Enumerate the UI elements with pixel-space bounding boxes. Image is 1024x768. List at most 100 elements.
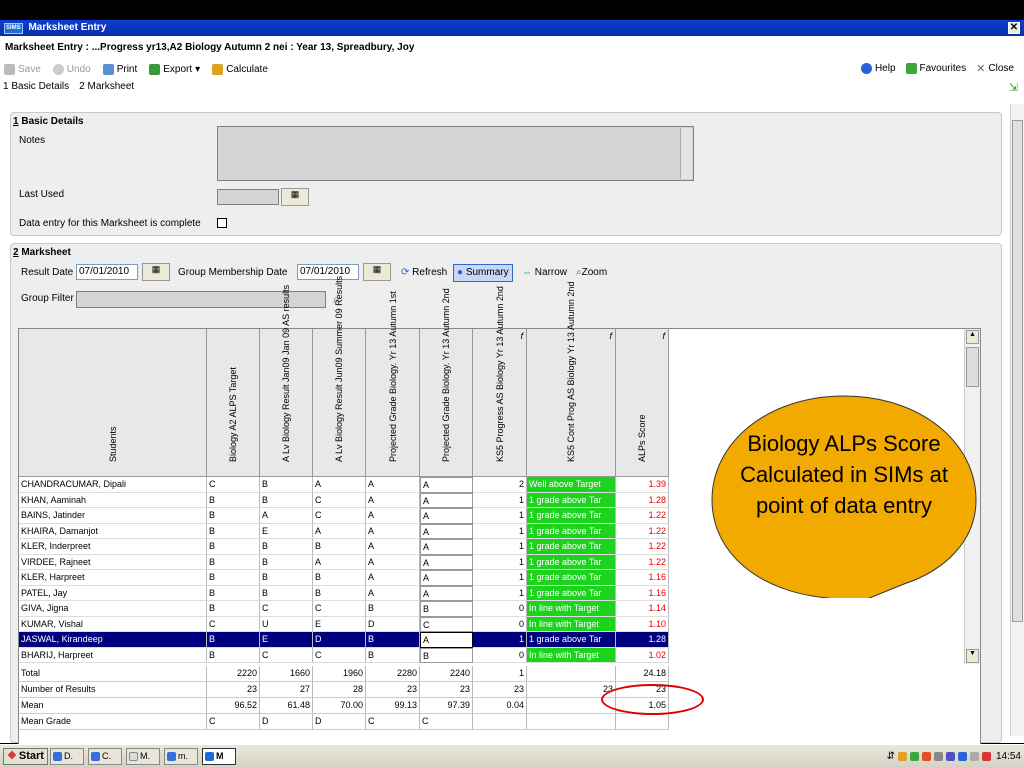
grade-cell[interactable]: A	[420, 508, 473, 524]
grade-cell[interactable]: 1 grade above Tar	[527, 492, 616, 508]
page-scrollbar-thumb[interactable]	[1012, 120, 1023, 622]
grade-cell[interactable]: A	[313, 523, 366, 539]
grade-cell[interactable]: B	[420, 647, 473, 663]
grade-cell[interactable]: 1.02	[616, 647, 669, 663]
grade-cell[interactable]: 1.28	[616, 632, 669, 648]
grid-scrollbar-thumb[interactable]	[966, 347, 979, 387]
last-used-calendar-button[interactable]: ▦	[281, 188, 309, 206]
grade-cell[interactable]: C	[313, 508, 366, 524]
export-dropdown-icon[interactable]: ▾	[195, 64, 200, 75]
tab-basic-details[interactable]: 1 Basic Details	[3, 81, 69, 92]
table-row[interactable]: BAINS, Jatinder B A C A A 1 1 grade above Tar 1.…	[19, 508, 669, 524]
grade-cell[interactable]: B	[207, 523, 260, 539]
student-name-cell[interactable]: BAINS, Jatinder	[19, 508, 207, 524]
table-row[interactable]: JASWAL, Kirandeep B E D B A 1 1 grade above Tar…	[19, 632, 669, 648]
undo-button[interactable]: Undo	[52, 63, 91, 75]
grade-cell[interactable]: 1 grade above Tar	[527, 554, 616, 570]
grade-cell[interactable]: B	[260, 570, 313, 586]
grade-cell[interactable]: 1	[473, 570, 527, 586]
grade-cell[interactable]: B	[260, 539, 313, 555]
table-row[interactable]: KHAN, Aaminah B B C A A 1 1 grade above Tar 1.28	[19, 492, 669, 508]
tray-arrow-icon[interactable]: ⇵	[887, 751, 895, 762]
grade-cell[interactable]: B	[207, 585, 260, 601]
grade-cell[interactable]: D	[366, 616, 420, 632]
grade-cell[interactable]: 1 grade above Tar	[527, 539, 616, 555]
start-button[interactable]: ❖ Start	[3, 748, 48, 765]
grade-cell[interactable]: 1.14	[616, 601, 669, 617]
group-date-calendar-button[interactable]: ▦	[363, 263, 391, 281]
grade-cell[interactable]: A	[420, 523, 473, 539]
grade-cell[interactable]: C	[313, 492, 366, 508]
grade-cell[interactable]: 1.16	[616, 585, 669, 601]
grade-cell[interactable]: B	[207, 492, 260, 508]
grade-cell[interactable]: 1	[473, 523, 527, 539]
grade-cell[interactable]: A	[366, 523, 420, 539]
grade-cell[interactable]: 0	[473, 601, 527, 617]
last-used-field[interactable]	[217, 189, 279, 205]
taskbar-item-4[interactable]: m.	[164, 748, 198, 765]
grade-cell[interactable]: A	[420, 477, 473, 493]
print-button[interactable]: Print	[102, 63, 137, 75]
page-scrollbar[interactable]	[1010, 104, 1024, 736]
grade-cell[interactable]: B	[260, 585, 313, 601]
grade-cell[interactable]: A	[420, 632, 473, 648]
grade-cell[interactable]: A	[420, 570, 473, 586]
grade-cell[interactable]: B	[313, 539, 366, 555]
grade-cell[interactable]: B	[207, 508, 260, 524]
grade-cell[interactable]: B	[207, 647, 260, 663]
grade-cell[interactable]: A	[366, 508, 420, 524]
group-date-input[interactable]: 07/01/2010	[297, 264, 359, 280]
grade-cell[interactable]: A	[420, 492, 473, 508]
column-header[interactable]: Biology A2 ALPS Target	[207, 329, 260, 477]
grade-cell[interactable]: B	[366, 632, 420, 648]
grade-cell[interactable]: 1.22	[616, 539, 669, 555]
grade-cell[interactable]: A	[366, 477, 420, 493]
scroll-up-arrow-icon[interactable]: ▲	[966, 330, 979, 344]
grade-cell[interactable]: A	[366, 585, 420, 601]
grade-cell[interactable]: B	[313, 570, 366, 586]
grade-cell[interactable]: C	[420, 616, 473, 632]
student-name-cell[interactable]: KHAIRA, Damanjot	[19, 523, 207, 539]
grade-cell[interactable]: 0	[473, 647, 527, 663]
grade-cell[interactable]: 1 grade above Tar	[527, 570, 616, 586]
student-name-cell[interactable]: PATEL, Jay	[19, 585, 207, 601]
grade-cell[interactable]: 1.22	[616, 554, 669, 570]
grade-cell[interactable]: 1 grade above Tar	[527, 523, 616, 539]
summary-button[interactable]: ● Summary	[453, 264, 513, 282]
back-arrow-icon[interactable]: ⇲	[1009, 81, 1018, 94]
grade-cell[interactable]: A	[366, 492, 420, 508]
save-button[interactable]: Save	[4, 63, 41, 75]
narrow-button[interactable]: ⇔ Narrow	[522, 267, 567, 278]
column-header[interactable]: KS5 Progress AS Biology Yr 13 Autumn 2nd…	[473, 286, 527, 477]
column-header[interactable]: Projected Grade Biology. Yr 13 Autumn 1s…	[366, 291, 420, 477]
taskbar-item-3[interactable]: M.	[126, 748, 160, 765]
table-row[interactable]: KLER, Harpreet B B B A A 1 1 grade above Tar 1.1…	[19, 570, 669, 586]
grade-cell[interactable]: 1.39	[616, 477, 669, 493]
tray-icon-1[interactable]	[897, 752, 907, 761]
student-name-cell[interactable]: KUMAR, Vishal	[19, 616, 207, 632]
column-header[interactable]: A Lv Biology Result Jan09 Jan 09 AS resu…	[260, 285, 313, 477]
student-name-cell[interactable]: GIVA, Jigna	[19, 601, 207, 617]
grade-cell[interactable]: 0	[473, 616, 527, 632]
help-button[interactable]: Help	[860, 62, 896, 75]
grade-cell[interactable]: B	[366, 601, 420, 617]
student-name-cell[interactable]: KLER, Harpreet	[19, 570, 207, 586]
grade-cell[interactable]: C	[313, 647, 366, 663]
grade-cell[interactable]: A	[366, 539, 420, 555]
table-row[interactable]: KUMAR, Vishal C U E D C 0 In line with Target 1.…	[19, 616, 669, 632]
column-header[interactable]: Projected Grade Biology. Yr 13 Autumn 2n…	[420, 288, 473, 477]
grade-cell[interactable]: 1 grade above Tar	[527, 508, 616, 524]
grade-cell[interactable]: B	[207, 632, 260, 648]
grade-cell[interactable]: 2	[473, 477, 527, 493]
taskbar-item-1[interactable]: D.	[50, 748, 84, 765]
grade-cell[interactable]: 1	[473, 585, 527, 601]
table-row[interactable]: BHARIJ, Harpreet B C C B B 0 In line with Targe…	[19, 647, 669, 663]
grade-cell[interactable]: B	[260, 554, 313, 570]
table-row[interactable]: KLER, Inderpreet B B B A A 1 1 grade above Tar 1…	[19, 539, 669, 555]
calculate-button[interactable]: Calculate	[212, 63, 268, 75]
grade-cell[interactable]: A	[420, 539, 473, 555]
grade-cell[interactable]: C	[207, 616, 260, 632]
favourites-button[interactable]: Favourites	[905, 62, 966, 75]
grade-cell[interactable]: Well above Target	[527, 477, 616, 493]
notes-scrollbar[interactable]	[680, 128, 692, 179]
